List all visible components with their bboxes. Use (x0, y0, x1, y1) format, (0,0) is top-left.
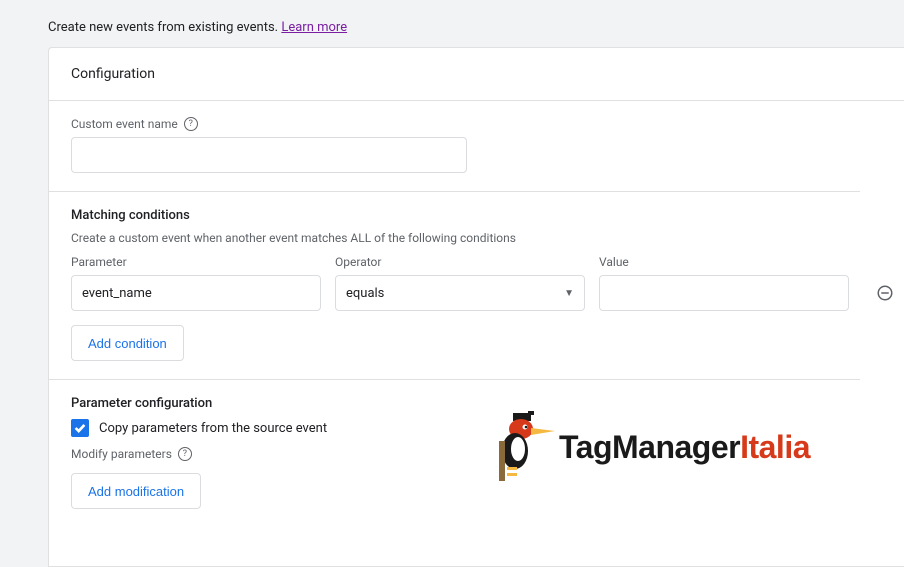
tagmanageritalia-logo: TagManagerItalia (493, 411, 810, 483)
custom-event-section: Custom event name ? (49, 101, 860, 191)
value-input[interactable] (599, 275, 849, 311)
add-modification-button[interactable]: Add modification (71, 473, 201, 509)
label-text: Custom event name (71, 117, 178, 131)
parameter-config-section: Parameter configuration Copy parameters … (49, 379, 860, 527)
woodpecker-icon (493, 411, 555, 483)
label-text: Modify parameters (71, 447, 172, 461)
section-desc: Create a custom event when another event… (71, 231, 860, 245)
operator-value: equals (346, 286, 384, 301)
condition-row: Parameter Operator equals ▼ Value (71, 255, 860, 311)
help-icon[interactable]: ? (178, 447, 192, 461)
help-icon[interactable]: ? (184, 117, 198, 131)
logo-text: TagManagerItalia (559, 429, 810, 466)
copy-params-checkbox[interactable] (71, 419, 89, 437)
section-title: Parameter configuration (71, 396, 860, 411)
learn-more-link[interactable]: Learn more (281, 20, 347, 35)
custom-event-input[interactable] (71, 137, 467, 173)
param-label: Parameter (71, 255, 321, 269)
page-description: Create new events from existing events. … (0, 0, 904, 47)
operator-select[interactable]: equals ▼ (335, 275, 585, 311)
value-col: Value (599, 255, 849, 311)
check-icon (73, 421, 87, 435)
description-text: Create new events from existing events. (48, 20, 281, 35)
val-label: Value (599, 255, 849, 269)
card-title: Configuration (49, 48, 904, 101)
operator-col: Operator equals ▼ (335, 255, 585, 311)
remove-condition-button[interactable] (874, 282, 896, 304)
chevron-down-icon: ▼ (564, 288, 574, 299)
custom-event-label: Custom event name ? (71, 117, 860, 131)
copy-params-label: Copy parameters from the source event (99, 421, 327, 436)
value-field[interactable] (610, 286, 838, 301)
parameter-field[interactable] (82, 286, 310, 301)
matching-conditions-section: Matching conditions Create a custom even… (49, 191, 860, 379)
parameter-col: Parameter (71, 255, 321, 311)
add-condition-button[interactable]: Add condition (71, 325, 184, 361)
op-label: Operator (335, 255, 585, 269)
parameter-input[interactable] (71, 275, 321, 311)
config-card: Configuration Custom event name ? Matchi… (48, 47, 904, 567)
remove-icon (876, 284, 894, 302)
section-title: Matching conditions (71, 208, 860, 223)
